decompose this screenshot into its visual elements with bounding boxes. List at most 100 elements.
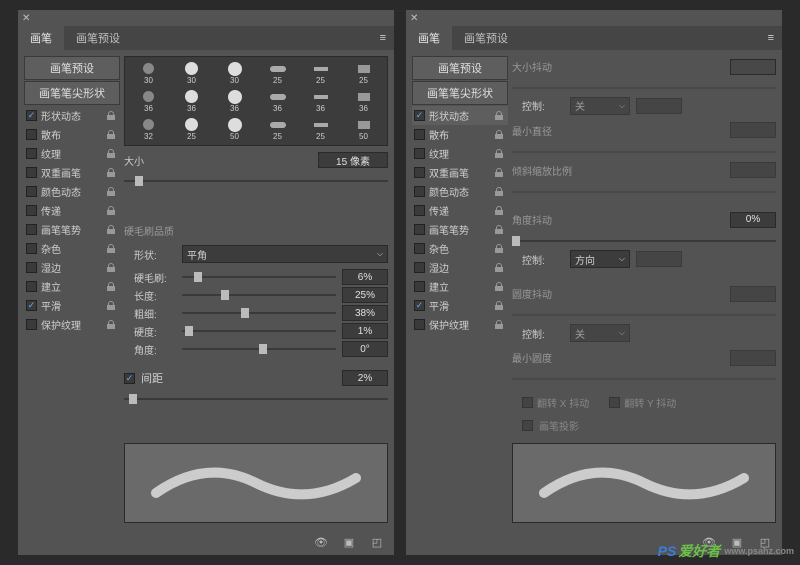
option-checkbox[interactable] <box>414 262 425 273</box>
preset-item[interactable]: 36 <box>214 88 255 114</box>
lock-icon[interactable] <box>492 223 506 237</box>
brush-tip-shape-button[interactable]: 画笔笔尖形状 <box>412 81 508 105</box>
preset-item[interactable]: 30 <box>214 60 255 86</box>
spacing-slider[interactable] <box>124 392 388 435</box>
option-checkbox[interactable] <box>414 224 425 235</box>
sidebar-option-10[interactable]: 平滑 <box>412 296 508 315</box>
preset-item[interactable]: 30 <box>171 60 212 86</box>
preset-item[interactable]: 36 <box>300 88 341 114</box>
preset-item[interactable]: 36 <box>257 88 298 114</box>
lock-icon[interactable] <box>104 280 118 294</box>
option-checkbox[interactable] <box>26 300 37 311</box>
preset-item[interactable]: 25 <box>257 116 298 142</box>
sidebar-option-8[interactable]: 湿边 <box>412 258 508 277</box>
lock-icon[interactable] <box>104 109 118 123</box>
lock-icon[interactable] <box>104 318 118 332</box>
sidebar-option-6[interactable]: 画笔笔势 <box>412 220 508 239</box>
preset-item[interactable]: 36 <box>128 88 169 114</box>
sidebar-option-2[interactable]: 纹理 <box>412 144 508 163</box>
preset-item[interactable]: 32 <box>128 116 169 142</box>
angle-jitter-input[interactable] <box>730 212 776 228</box>
slider[interactable] <box>182 342 336 356</box>
size-control-dropdown[interactable]: 关⌵ <box>570 97 630 115</box>
preset-item[interactable]: 36 <box>171 88 212 114</box>
preset-item[interactable]: 25 <box>171 116 212 142</box>
size-input[interactable] <box>318 152 388 168</box>
sidebar-option-5[interactable]: 传递 <box>412 201 508 220</box>
spacing-input[interactable] <box>342 370 388 386</box>
option-checkbox[interactable] <box>26 148 37 159</box>
option-checkbox[interactable] <box>26 319 37 330</box>
sidebar-option-9[interactable]: 建立 <box>412 277 508 296</box>
sidebar-option-2[interactable]: 纹理 <box>24 144 120 163</box>
preset-item[interactable]: 50 <box>343 116 384 142</box>
option-checkbox[interactable] <box>414 243 425 254</box>
sidebar-option-1[interactable]: 散布 <box>412 125 508 144</box>
lock-icon[interactable] <box>104 204 118 218</box>
brush-projection-checkbox[interactable] <box>522 420 533 431</box>
preset-item[interactable]: 36 <box>343 88 384 114</box>
sidebar-option-3[interactable]: 双重画笔 <box>412 163 508 182</box>
lock-icon[interactable] <box>104 147 118 161</box>
option-checkbox[interactable] <box>26 129 37 140</box>
brush-presets-button[interactable]: 画笔预设 <box>24 56 120 80</box>
flip-y-checkbox[interactable] <box>609 397 620 408</box>
slider[interactable] <box>182 288 336 302</box>
option-checkbox[interactable] <box>26 281 37 292</box>
spacing-checkbox[interactable] <box>124 373 135 384</box>
option-checkbox[interactable] <box>26 262 37 273</box>
panel-menu-icon[interactable]: ≡ <box>372 32 394 44</box>
preset-item[interactable]: 25 <box>300 60 341 86</box>
option-checkbox[interactable] <box>26 186 37 197</box>
option-checkbox[interactable] <box>414 148 425 159</box>
lock-icon[interactable] <box>104 166 118 180</box>
preset-item[interactable]: 25 <box>343 60 384 86</box>
lock-icon[interactable] <box>104 261 118 275</box>
tab-brush[interactable]: 画笔 <box>18 26 64 50</box>
lock-icon[interactable] <box>104 128 118 142</box>
tab-presets[interactable]: 画笔预设 <box>64 26 132 50</box>
slider-value[interactable] <box>342 341 388 357</box>
shape-dropdown[interactable]: 平角⌵ <box>182 245 388 263</box>
sidebar-option-6[interactable]: 画笔笔势 <box>24 220 120 239</box>
lock-icon[interactable] <box>492 166 506 180</box>
lock-icon[interactable] <box>104 242 118 256</box>
lock-icon[interactable] <box>492 318 506 332</box>
lock-icon[interactable] <box>104 299 118 313</box>
close-icon[interactable]: ✕ <box>410 13 418 24</box>
brush-presets-button[interactable]: 画笔预设 <box>412 56 508 80</box>
slider-value[interactable] <box>342 287 388 303</box>
toggle-preview-icon[interactable]: 👁 <box>312 534 330 550</box>
lock-icon[interactable] <box>492 128 506 142</box>
sidebar-option-3[interactable]: 双重画笔 <box>24 163 120 182</box>
brush-tip-shape-button[interactable]: 画笔笔尖形状 <box>24 81 120 105</box>
lock-icon[interactable] <box>492 185 506 199</box>
size-jitter-input[interactable] <box>730 59 776 75</box>
panel-menu-icon[interactable]: ≡ <box>760 32 782 44</box>
option-checkbox[interactable] <box>26 224 37 235</box>
sidebar-option-7[interactable]: 杂色 <box>24 239 120 258</box>
option-checkbox[interactable] <box>414 110 425 121</box>
close-icon[interactable]: ✕ <box>22 13 30 24</box>
lock-icon[interactable] <box>104 185 118 199</box>
option-checkbox[interactable] <box>414 186 425 197</box>
sidebar-option-0[interactable]: 形状动态 <box>24 106 120 125</box>
sidebar-option-4[interactable]: 颜色动态 <box>24 182 120 201</box>
tab-presets[interactable]: 画笔预设 <box>452 26 520 50</box>
lock-icon[interactable] <box>492 147 506 161</box>
slider-value[interactable] <box>342 323 388 339</box>
option-checkbox[interactable] <box>414 281 425 292</box>
sidebar-option-0[interactable]: 形状动态 <box>412 106 508 125</box>
size-slider[interactable] <box>124 174 388 217</box>
option-checkbox[interactable] <box>26 243 37 254</box>
lock-icon[interactable] <box>492 280 506 294</box>
option-checkbox[interactable] <box>26 205 37 216</box>
option-checkbox[interactable] <box>414 167 425 178</box>
lock-icon[interactable] <box>492 109 506 123</box>
sidebar-option-5[interactable]: 传递 <box>24 201 120 220</box>
option-checkbox[interactable] <box>414 319 425 330</box>
slider[interactable] <box>182 306 336 320</box>
option-checkbox[interactable] <box>26 167 37 178</box>
sidebar-option-10[interactable]: 平滑 <box>24 296 120 315</box>
preset-item[interactable]: 30 <box>128 60 169 86</box>
